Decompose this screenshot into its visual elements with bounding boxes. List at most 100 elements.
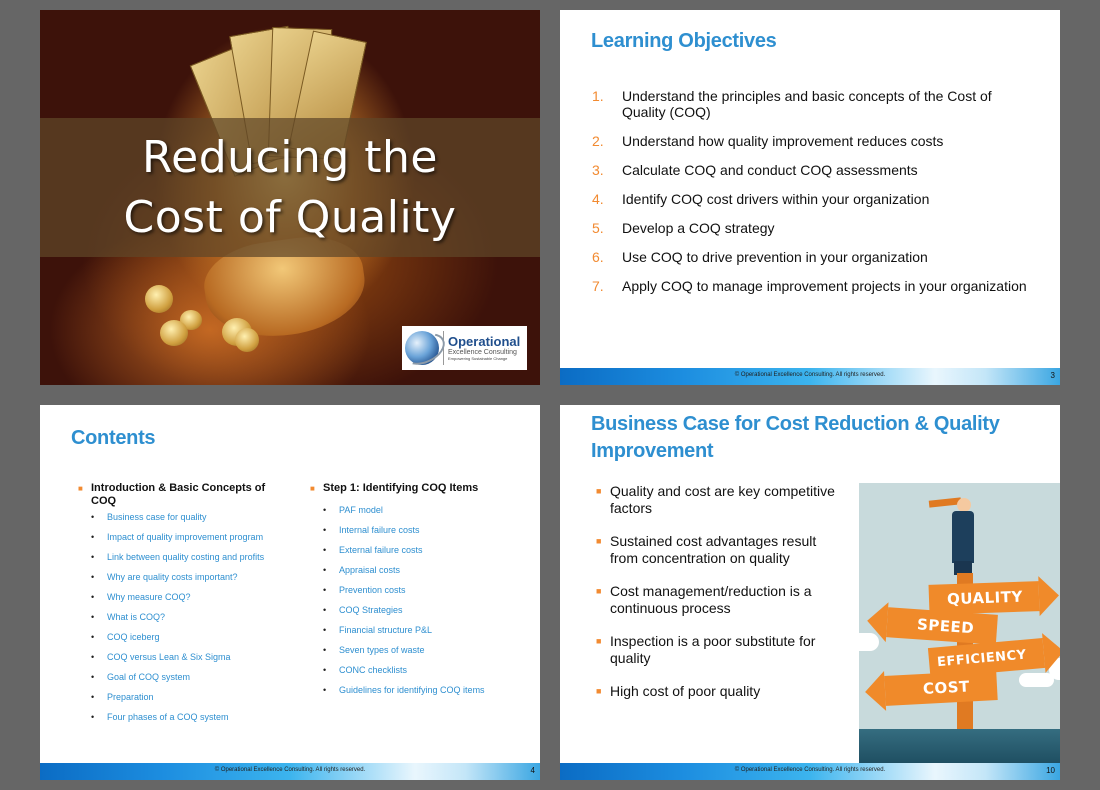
square-bullet-icon: ■ bbox=[310, 484, 315, 493]
square-bullet-icon: ■ bbox=[596, 686, 602, 696]
list-item: ■ Cost management/reduction is a continuo… bbox=[596, 583, 846, 617]
section-heading-text: Step 1: Identifying COQ Items bbox=[323, 482, 479, 494]
item-text: Use COQ to drive prevention in your orga… bbox=[622, 249, 928, 265]
list-item: 4. Identify COQ cost drivers within your … bbox=[592, 191, 1032, 207]
bullet-icon: • bbox=[323, 525, 327, 535]
sign-cost: COST bbox=[884, 670, 998, 706]
list-item: • Financial structure P&L bbox=[323, 625, 530, 636]
item-text: Appraisal costs bbox=[339, 565, 401, 575]
slide-contents[interactable]: Contents ■ Introduction & Basic Concepts… bbox=[40, 405, 540, 780]
square-bullet-icon: ■ bbox=[596, 636, 602, 646]
item-text: External failure costs bbox=[339, 545, 423, 555]
list-item: • What is COQ? bbox=[91, 612, 293, 623]
list-item: • COQ Strategies bbox=[323, 605, 530, 616]
square-bullet-icon: ■ bbox=[596, 586, 602, 596]
item-number: 7. bbox=[592, 278, 604, 294]
list-item: 3. Calculate COQ and conduct COQ assessme… bbox=[592, 162, 1032, 178]
bullet-icon: • bbox=[323, 625, 327, 635]
contents-section: ■ Step 1: Identifying COQ Items • PAF mod… bbox=[310, 482, 530, 705]
item-text: Prevention costs bbox=[339, 585, 406, 595]
item-text: Sustained cost advantages result from co… bbox=[610, 533, 817, 566]
section-heading: ■ Step 1: Identifying COQ Items bbox=[310, 482, 530, 495]
bullet-icon: • bbox=[91, 612, 95, 622]
list-item: • Preparation bbox=[91, 692, 293, 703]
bullet-icon: • bbox=[91, 532, 95, 542]
copyright-text: © Operational Excellence Consulting. All… bbox=[214, 767, 366, 773]
list-item: ■ Quality and cost are key competitive fa… bbox=[596, 483, 846, 517]
logo-text: Operational Excellence Consulting Empowe… bbox=[448, 335, 520, 361]
bullet-icon: • bbox=[323, 565, 327, 575]
item-text: COQ iceberg bbox=[107, 632, 160, 642]
businessman-figure bbox=[952, 511, 974, 563]
list-item: • External failure costs bbox=[323, 545, 530, 556]
item-text: PAF model bbox=[339, 505, 383, 515]
coin bbox=[160, 320, 188, 346]
logo-tagline: Empowering Sustainable Change bbox=[448, 356, 508, 361]
list-item: • COQ versus Lean & Six Sigma bbox=[91, 652, 293, 663]
slide-learning-objectives[interactable]: Learning Objectives 1. Understand the pri… bbox=[560, 10, 1060, 385]
page-number: 10 bbox=[1046, 766, 1055, 775]
item-text: CONC checklists bbox=[339, 665, 408, 675]
item-text: Four phases of a COQ system bbox=[107, 712, 229, 722]
slide-footer: © Operational Excellence Consulting. All… bbox=[40, 763, 540, 780]
item-text: What is COQ? bbox=[107, 612, 166, 622]
slide-title: Learning Objectives bbox=[591, 30, 777, 52]
page-number: 4 bbox=[530, 766, 535, 775]
cover-title-line-2: Cost of Quality bbox=[123, 191, 457, 243]
square-bullet-icon: ■ bbox=[78, 484, 83, 493]
bullet-icon: • bbox=[91, 592, 95, 602]
list-item: • Four phases of a COQ system bbox=[91, 712, 293, 723]
list-item: 5. Develop a COQ strategy bbox=[592, 220, 1032, 236]
slide-cover[interactable]: Reducing the Cost of Quality Operational… bbox=[40, 10, 540, 385]
bullet-icon: • bbox=[323, 545, 327, 555]
bullet-icon: • bbox=[323, 645, 327, 655]
item-text: High cost of poor quality bbox=[610, 683, 761, 699]
item-text: Link between quality costing and profits bbox=[107, 552, 265, 562]
item-text: Internal failure costs bbox=[339, 525, 420, 535]
item-number: 6. bbox=[592, 249, 604, 265]
page-number: 3 bbox=[1050, 371, 1055, 380]
item-text: Cost management/reduction is a continuou… bbox=[610, 583, 812, 616]
section-items: • PAF model • Internal failure costs • Exte… bbox=[323, 505, 530, 696]
item-text: Calculate COQ and conduct COQ assessment… bbox=[622, 162, 918, 178]
bullet-icon: • bbox=[91, 632, 95, 642]
item-number: 3. bbox=[592, 162, 604, 178]
businessman-head bbox=[957, 498, 971, 512]
square-bullet-icon: ■ bbox=[596, 486, 602, 496]
list-item: 1. Understand the principles and basic co… bbox=[592, 88, 1032, 120]
coin bbox=[235, 328, 259, 352]
list-item: • Goal of COQ system bbox=[91, 672, 293, 683]
slide-business-case[interactable]: Business Case for Cost Reduction & Quali… bbox=[560, 405, 1060, 780]
list-item: • CONC checklists bbox=[323, 665, 530, 676]
bullet-icon: • bbox=[323, 505, 327, 515]
list-item: • Seven types of waste bbox=[323, 645, 530, 656]
list-item: • Link between quality costing and profit… bbox=[91, 552, 293, 563]
copyright-text: © Operational Excellence Consulting. All… bbox=[734, 767, 886, 773]
item-text: Seven types of waste bbox=[339, 645, 425, 655]
bullet-icon: • bbox=[91, 672, 95, 682]
item-text: Quality and cost are key competitive fac… bbox=[610, 483, 835, 516]
section-heading-text: Introduction & Basic Concepts of COQ bbox=[91, 482, 266, 507]
list-item: • Business case for quality bbox=[91, 512, 293, 523]
bullet-icon: • bbox=[323, 665, 327, 675]
bullet-icon: • bbox=[323, 605, 327, 615]
list-item: • COQ iceberg bbox=[91, 632, 293, 643]
list-item: ■ Sustained cost advantages result from c… bbox=[596, 533, 846, 567]
logo-subtitle: Excellence Consulting bbox=[448, 349, 517, 356]
item-text: Inspection is a poor substitute for qual… bbox=[610, 633, 816, 666]
list-item: 7. Apply COQ to manage improvement projec… bbox=[592, 278, 1032, 294]
list-item: • Impact of quality improvement program bbox=[91, 532, 293, 543]
coin bbox=[145, 285, 173, 313]
list-item: • Internal failure costs bbox=[323, 525, 530, 536]
slide-title: Business Case for Cost Reduction & Quali… bbox=[591, 413, 1000, 462]
item-text: Why measure COQ? bbox=[107, 592, 191, 602]
bullet-icon: • bbox=[323, 685, 327, 695]
bullet-list: ■ Quality and cost are key competitive fa… bbox=[596, 483, 846, 716]
section-heading: ■ Introduction & Basic Concepts of COQ bbox=[78, 482, 293, 508]
item-text: Business case for quality bbox=[107, 512, 207, 522]
item-text: COQ versus Lean & Six Sigma bbox=[107, 652, 231, 662]
bullet-icon: • bbox=[323, 585, 327, 595]
item-text: COQ Strategies bbox=[339, 605, 403, 615]
list-item: ■ High cost of poor quality bbox=[596, 683, 846, 700]
bullet-icon: • bbox=[91, 512, 95, 522]
